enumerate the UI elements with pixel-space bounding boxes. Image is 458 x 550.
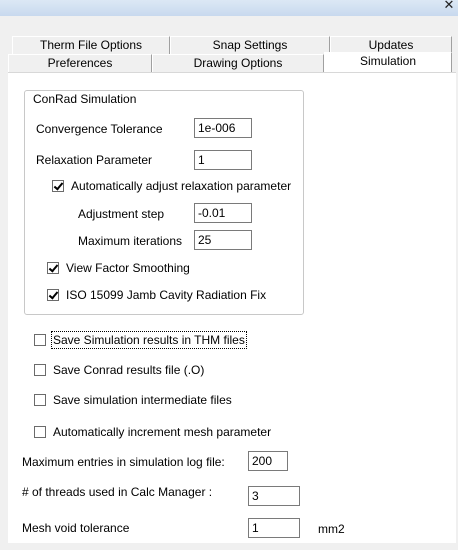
auto-mesh-checkbox[interactable] [34,426,46,438]
save-intermediate-checkbox[interactable] [34,394,46,406]
save-thm-label[interactable]: Save Simulation results in THM files [51,331,247,349]
close-icon[interactable]: ✕ [442,0,456,13]
max-log-entries-field[interactable]: 200 [248,451,288,471]
tab-therm-file-options[interactable]: Therm File Options [12,36,170,54]
view-factor-checkbox[interactable] [47,262,59,274]
mesh-void-field[interactable]: 1 [248,518,300,538]
convergence-label: Convergence Tolerance [36,122,163,136]
save-intermediate-label[interactable]: Save simulation intermediate files [53,393,232,407]
tab-snap-settings[interactable]: Snap Settings [170,36,330,54]
view-factor-label[interactable]: View Factor Smoothing [66,261,190,275]
max-iterations-field[interactable]: 25 [194,230,252,250]
convergence-tolerance-field[interactable]: 1e-006 [194,118,252,138]
relaxation-parameter-field[interactable]: 1 [194,150,252,170]
adjustment-step-label: Adjustment step [78,207,165,221]
auto-adjust-checkbox[interactable] [52,180,64,192]
tab-simulation[interactable]: Simulation [324,52,452,73]
auto-adjust-label[interactable]: Automatically adjust relaxation paramete… [71,179,291,193]
auto-mesh-label[interactable]: Automatically increment mesh parameter [53,425,271,439]
max-log-label: Maximum entries in simulation log file: [22,455,225,469]
conrad-group-title: ConRad Simulation [30,92,140,106]
iso-jamb-label[interactable]: ISO 15099 Jamb Cavity Radiation Fix [66,288,266,302]
threads-label: # of threads used in Calc Manager : [22,485,213,499]
mesh-void-label: Mesh void tolerance [22,521,130,535]
threads-field[interactable]: 3 [248,486,300,506]
tab-preferences[interactable]: Preferences [8,54,152,72]
mesh-void-unit: mm2 [318,522,345,536]
iso-jamb-checkbox[interactable] [47,289,59,301]
title-bar: ✕ [0,0,458,17]
save-conrad-checkbox[interactable] [34,364,46,376]
tab-drawing-options[interactable]: Drawing Options [152,54,324,72]
max-iterations-label: Maximum iterations [78,234,183,248]
save-conrad-label[interactable]: Save Conrad results file (.O) [53,363,204,377]
relaxation-label: Relaxation Parameter [36,153,153,167]
adjustment-step-field[interactable]: -0.01 [194,203,252,223]
save-thm-checkbox[interactable] [34,334,46,346]
